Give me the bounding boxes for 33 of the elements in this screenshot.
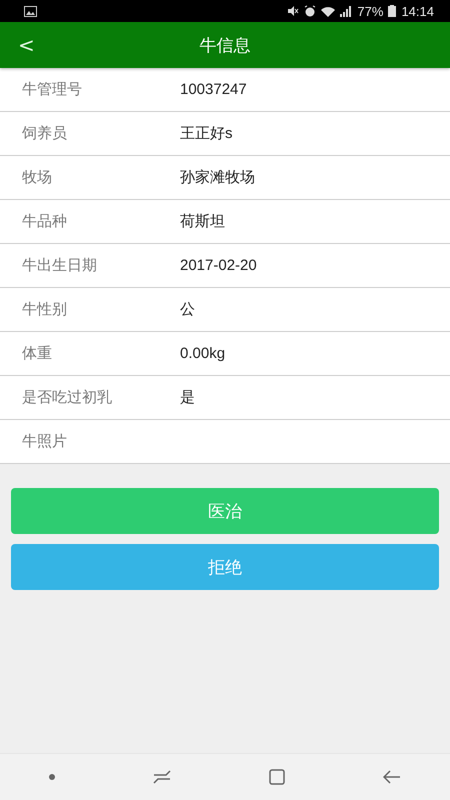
recent-apps-icon[interactable] bbox=[153, 770, 171, 784]
alarm-icon bbox=[304, 5, 316, 17]
wifi-icon bbox=[321, 6, 336, 16]
field-value: 公 bbox=[180, 300, 195, 319]
dot-icon[interactable] bbox=[49, 774, 55, 780]
field-label: 牧场 bbox=[22, 168, 53, 187]
field-value: 是 bbox=[180, 388, 195, 407]
back-icon[interactable] bbox=[383, 770, 401, 784]
battery-icon bbox=[388, 5, 396, 17]
battery-percent: 77% bbox=[357, 4, 384, 18]
image-icon bbox=[24, 6, 37, 16]
field-label: 牛性别 bbox=[22, 300, 68, 319]
back-button[interactable]: < bbox=[12, 31, 41, 59]
field-value: 孙家滩牧场 bbox=[180, 168, 255, 187]
field-label: 饲养员 bbox=[22, 124, 68, 143]
page-title: 牛信息 bbox=[200, 34, 250, 56]
field-label: 牛照片 bbox=[22, 432, 68, 451]
field-value: 10037247 bbox=[180, 81, 247, 98]
field-label: 牛出生日期 bbox=[22, 256, 98, 275]
signal-icon bbox=[340, 6, 352, 16]
action-button[interactable]: 医治 bbox=[11, 488, 439, 534]
field-value: 王正好s bbox=[180, 124, 232, 143]
field-label: 体重 bbox=[22, 344, 53, 363]
field-value: 荷斯坦 bbox=[180, 212, 225, 231]
field-label: 牛管理号 bbox=[22, 80, 83, 99]
field-label: 是否吃过初乳 bbox=[22, 388, 113, 407]
mute-icon bbox=[287, 5, 300, 17]
action-button[interactable]: 拒绝 bbox=[11, 544, 439, 590]
field-value: 0.00kg bbox=[180, 345, 226, 362]
field-value: 2017-02-20 bbox=[180, 257, 257, 274]
clock-time: 14:14 bbox=[401, 4, 434, 18]
home-icon[interactable] bbox=[269, 769, 285, 785]
field-label: 牛品种 bbox=[22, 212, 68, 231]
